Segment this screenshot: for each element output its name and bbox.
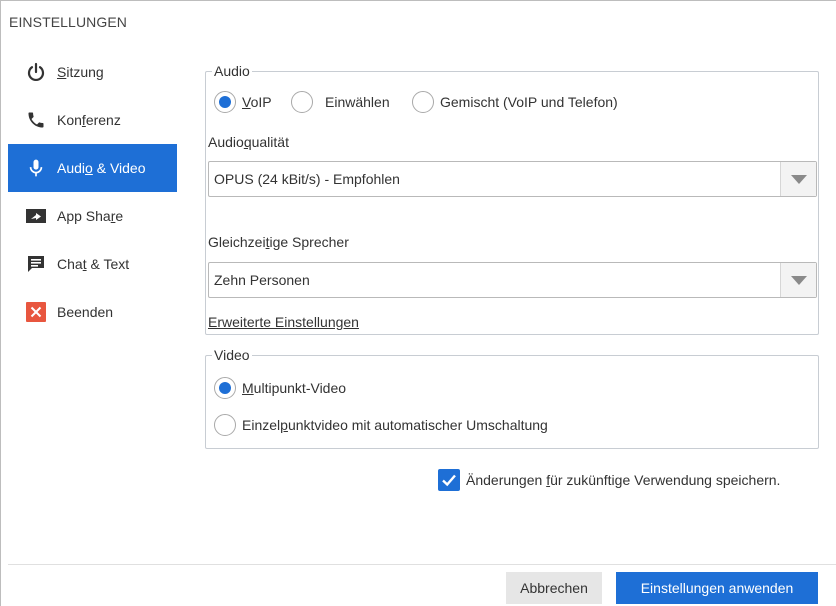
chevron-down-icon[interactable] bbox=[780, 263, 816, 297]
radio-multipoint-video[interactable]: Multipunkt-Video bbox=[214, 377, 346, 399]
audio-quality-value: OPUS (24 kBit/s) - Empfohlen bbox=[214, 171, 400, 187]
sidebar-item-label: App Share bbox=[57, 208, 124, 224]
radio-button[interactable] bbox=[214, 91, 236, 113]
radio-button[interactable] bbox=[214, 414, 236, 436]
radio-button[interactable] bbox=[214, 377, 236, 399]
checkbox[interactable] bbox=[438, 469, 460, 491]
radio-label: Einwählen bbox=[325, 94, 390, 110]
radio-label: Einzelpunktvideo mit automatischer Umsch… bbox=[242, 417, 548, 433]
sidebar-item-chat-text[interactable]: Chat & Text bbox=[8, 240, 177, 288]
sidebar: Sitzung Konferenz Audio & Video App Shar… bbox=[8, 48, 177, 336]
sidebar-item-sitzung[interactable]: Sitzung bbox=[8, 48, 177, 96]
radio-single-video[interactable]: Einzelpunktvideo mit automatischer Umsch… bbox=[214, 414, 548, 436]
radio-button[interactable] bbox=[291, 91, 313, 113]
radio-einwaehlen[interactable]: Einwählen bbox=[291, 91, 390, 113]
chevron-down-icon[interactable] bbox=[780, 162, 816, 196]
audio-quality-select[interactable]: OPUS (24 kBit/s) - Empfohlen bbox=[208, 161, 817, 197]
audio-legend: Audio bbox=[212, 63, 252, 79]
screen-share-icon bbox=[25, 205, 47, 227]
phone-icon bbox=[25, 109, 47, 131]
advanced-settings-link[interactable]: Erweiterte Einstellungen bbox=[208, 314, 359, 330]
radio-gemischt[interactable]: Gemischt (VoIP und Telefon) bbox=[412, 91, 618, 113]
audio-quality-label: Audioqualität bbox=[208, 134, 289, 150]
close-icon bbox=[25, 301, 47, 323]
chat-icon bbox=[25, 253, 47, 275]
microphone-icon bbox=[25, 157, 47, 179]
sidebar-item-beenden[interactable]: Beenden bbox=[8, 288, 177, 336]
radio-voip[interactable]: VoIP bbox=[214, 91, 272, 113]
radio-label: Gemischt (VoIP und Telefon) bbox=[440, 94, 618, 110]
checkmark-icon bbox=[442, 474, 456, 487]
speakers-label: Gleichzeitige Sprecher bbox=[208, 234, 349, 250]
sidebar-item-label: Audio & Video bbox=[57, 160, 146, 176]
sidebar-item-audio-video[interactable]: Audio & Video bbox=[8, 144, 177, 192]
power-icon bbox=[25, 61, 47, 83]
radio-label: Multipunkt-Video bbox=[242, 380, 347, 396]
speakers-value: Zehn Personen bbox=[214, 272, 310, 288]
sidebar-item-label: Sitzung bbox=[57, 64, 104, 80]
footer-divider bbox=[8, 564, 836, 565]
sidebar-item-app-share[interactable]: App Share bbox=[8, 192, 177, 240]
radio-label: VoIP bbox=[242, 94, 272, 110]
save-settings-checkbox-row[interactable]: Änderungen für zukünftige Verwendung spe… bbox=[438, 469, 780, 491]
sidebar-item-label: Chat & Text bbox=[57, 256, 130, 272]
sidebar-item-konferenz[interactable]: Konferenz bbox=[8, 96, 177, 144]
save-settings-label: Änderungen für zukünftige Verwendung spe… bbox=[466, 472, 781, 488]
radio-button[interactable] bbox=[412, 91, 434, 113]
sidebar-item-label: Beenden bbox=[57, 304, 114, 320]
sidebar-item-label: Konferenz bbox=[57, 112, 121, 128]
video-legend: Video bbox=[212, 347, 252, 363]
cancel-button[interactable]: Abbrechen bbox=[506, 572, 602, 604]
dialog-title: EINSTELLUNGEN bbox=[9, 14, 127, 30]
speakers-select[interactable]: Zehn Personen bbox=[208, 262, 817, 298]
apply-settings-button[interactable]: Einstellungen anwenden bbox=[616, 572, 818, 604]
